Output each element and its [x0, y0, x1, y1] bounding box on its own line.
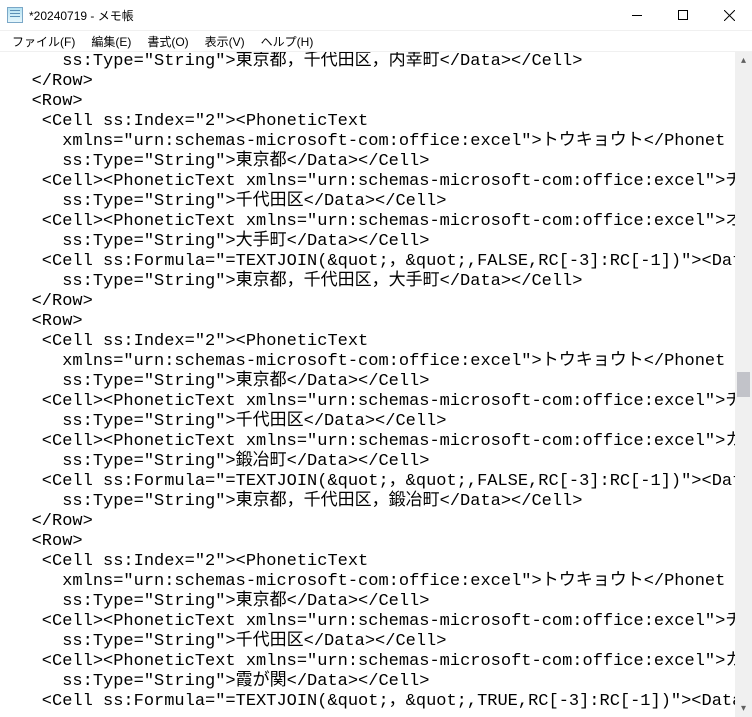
- text-editor[interactable]: ss:Type="String">東京都，千代田区，内幸町</Data></Ce…: [0, 52, 735, 717]
- vertical-scrollbar[interactable]: ▴ ▾: [735, 52, 752, 717]
- menu-view[interactable]: 表示(V): [197, 32, 253, 51]
- menu-format[interactable]: 書式(O): [139, 32, 196, 51]
- titlebar: *20240719 - メモ帳: [0, 0, 752, 31]
- maximize-button[interactable]: [660, 0, 706, 30]
- scroll-down-button[interactable]: ▾: [735, 700, 752, 717]
- window-title: *20240719 - メモ帳: [29, 7, 614, 24]
- minimize-button[interactable]: [614, 0, 660, 30]
- menu-edit[interactable]: 編集(E): [83, 32, 139, 51]
- scroll-up-button[interactable]: ▴: [735, 52, 752, 69]
- window-controls: [614, 0, 752, 30]
- menu-file[interactable]: ファイル(F): [4, 32, 83, 51]
- menu-help[interactable]: ヘルプ(H): [253, 32, 322, 51]
- editor-area: ss:Type="String">東京都，千代田区，内幸町</Data></Ce…: [0, 51, 752, 717]
- maximize-icon: [678, 10, 688, 20]
- close-button[interactable]: [706, 0, 752, 30]
- minimize-icon: [632, 15, 642, 16]
- scroll-thumb[interactable]: [737, 372, 750, 397]
- menubar: ファイル(F) 編集(E) 書式(O) 表示(V) ヘルプ(H): [0, 31, 752, 51]
- notepad-icon: [7, 7, 23, 23]
- close-icon: [724, 10, 735, 21]
